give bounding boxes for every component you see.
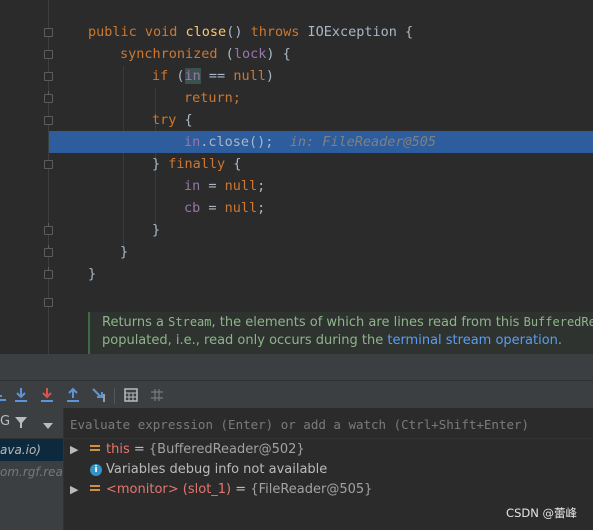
field-icon — [90, 485, 100, 495]
variable-row[interactable]: ▶ this = {BufferedReader@502} — [64, 440, 593, 460]
frame-item[interactable]: ava.io) — [0, 439, 63, 461]
fold-marker[interactable] — [44, 298, 53, 307]
debug-panel: G ava.io) om.rgf.read ▶ this = {Buffered… — [0, 354, 593, 530]
field-icon — [90, 445, 100, 455]
divider — [0, 380, 593, 381]
fold-marker[interactable] — [44, 223, 53, 235]
doc-line: Returns a Stream, the elements of which … — [102, 315, 593, 330]
variable-row[interactable]: ▶ <monitor> (slot_1) = {FileReader@505} — [64, 480, 593, 500]
doc-line: populated, i.e., read only occurs during… — [102, 333, 563, 348]
code-line: in = null; — [184, 178, 266, 194]
watch-input-row — [64, 408, 593, 439]
frames-panel: G ava.io) om.rgf.read — [0, 408, 64, 530]
fold-marker[interactable] — [44, 267, 53, 279]
code-line: public void close() throws IOException { — [88, 24, 414, 40]
frames-header-label: G — [0, 414, 11, 429]
evaluate-expression-icon[interactable] — [122, 386, 140, 404]
frames-header: G — [0, 408, 63, 439]
variable-text: <monitor> (slot_1) = {FileReader@505} — [106, 482, 373, 497]
run-to-cursor-icon[interactable] — [90, 386, 108, 404]
fold-marker[interactable] — [44, 116, 53, 125]
variable-row[interactable]: i Variables debug info not available — [64, 460, 593, 480]
code-line: } — [120, 244, 129, 260]
indent-guide — [123, 66, 124, 256]
current-execution-line: in.close(); in: FileReader@505 — [184, 134, 436, 150]
variable-text: Variables debug info not available — [106, 462, 328, 477]
inline-debug-value: in: FileReader@505 — [289, 134, 436, 150]
watermark: CSDN @蕾峰 — [506, 506, 577, 520]
code-line: cb = null; — [184, 200, 266, 216]
fold-marker[interactable] — [44, 72, 53, 81]
code-line: } finally { — [152, 156, 242, 172]
code-line: } — [152, 222, 161, 238]
filter-icon[interactable] — [14, 414, 28, 428]
evaluate-expression-input[interactable] — [68, 412, 587, 436]
force-step-into-icon[interactable] — [38, 386, 56, 404]
info-icon: i — [90, 464, 102, 476]
step-out-icon[interactable] — [64, 386, 82, 404]
code-line: synchronized (lock) { — [120, 46, 291, 62]
fold-marker[interactable] — [44, 28, 53, 37]
variable-text: this = {BufferedReader@502} — [106, 442, 305, 457]
step-over-icon[interactable] — [0, 386, 12, 404]
expand-arrow-icon[interactable]: ▶ — [70, 440, 80, 460]
code-line: if (in == null) — [152, 68, 274, 84]
code-line: try { — [152, 112, 193, 128]
expand-arrow-icon[interactable]: ▶ — [70, 480, 80, 500]
fold-marker[interactable] — [44, 50, 53, 59]
fold-marker[interactable] — [44, 91, 53, 103]
chevron-down-icon[interactable] — [42, 416, 54, 429]
fold-marker[interactable] — [44, 160, 53, 169]
code-line: } — [88, 266, 97, 282]
toolbar-separator — [114, 388, 115, 404]
doc-link-terminal-stream-operation[interactable]: terminal stream operation — [387, 333, 558, 348]
fold-marker[interactable] — [44, 245, 53, 257]
code-line: return; — [184, 90, 241, 106]
javadoc-rendered-comment: Returns a Stream, the elements of which … — [88, 312, 593, 354]
trace-icon[interactable] — [148, 386, 166, 404]
code-editor[interactable]: public void close() throws IOException {… — [0, 0, 593, 354]
frame-item[interactable]: om.rgf.read — [0, 461, 63, 483]
debug-toolbar — [0, 382, 593, 408]
step-into-icon[interactable] — [12, 386, 30, 404]
